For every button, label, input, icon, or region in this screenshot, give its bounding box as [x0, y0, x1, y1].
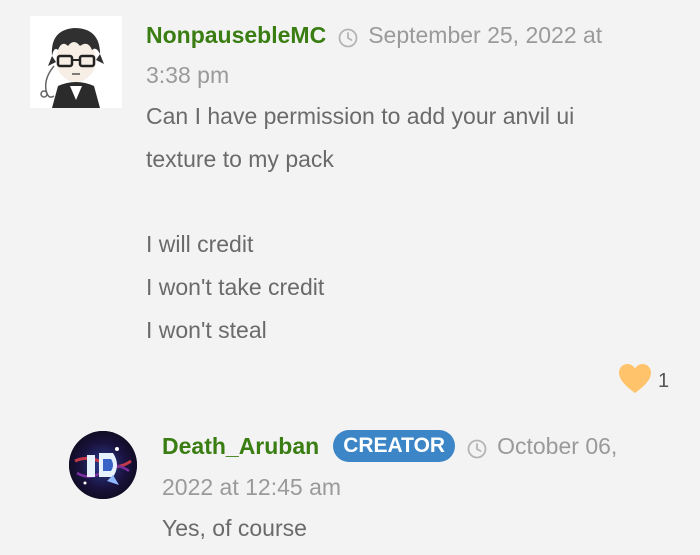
avatar[interactable]: [30, 16, 122, 108]
reply-avatar[interactable]: [69, 431, 137, 499]
comment-text-line: texture to my pack: [146, 146, 334, 172]
heart-icon[interactable]: [618, 363, 652, 400]
comment-text-line: I will credit: [146, 231, 254, 257]
reply-author[interactable]: Death_Aruban: [162, 433, 319, 459]
comment-text-line: I won't take credit: [146, 274, 325, 300]
like-control[interactable]: 1: [618, 363, 670, 400]
comment-author[interactable]: NonpausebleMC: [146, 22, 326, 48]
comment-date: September 25, 2022 at: [368, 22, 603, 48]
comment-text-line: Can I have permission to add your anvil …: [146, 103, 575, 129]
comment-thread: NonpausebleMC September 25, 2022 at 3:38 …: [0, 0, 700, 555]
reply-date-continued: 2022 at 12:45 am: [162, 474, 342, 500]
reply-header: Death_Aruban CREATOR October 06,: [162, 429, 618, 464]
reply-date: October 06,: [497, 433, 618, 459]
creator-badge: CREATOR: [333, 429, 456, 462]
avatar-image: [69, 431, 137, 499]
comment-text-line: I won't steal: [146, 317, 267, 343]
clock-icon: [467, 436, 487, 459]
comment-date-continued: 3:38 pm: [146, 62, 230, 88]
avatar-image: [30, 16, 122, 108]
comment-header: NonpausebleMC September 25, 2022 at: [146, 20, 602, 50]
like-count: 1: [658, 369, 670, 392]
clock-icon: [338, 25, 358, 48]
reply-text: Yes, of course: [162, 515, 307, 541]
